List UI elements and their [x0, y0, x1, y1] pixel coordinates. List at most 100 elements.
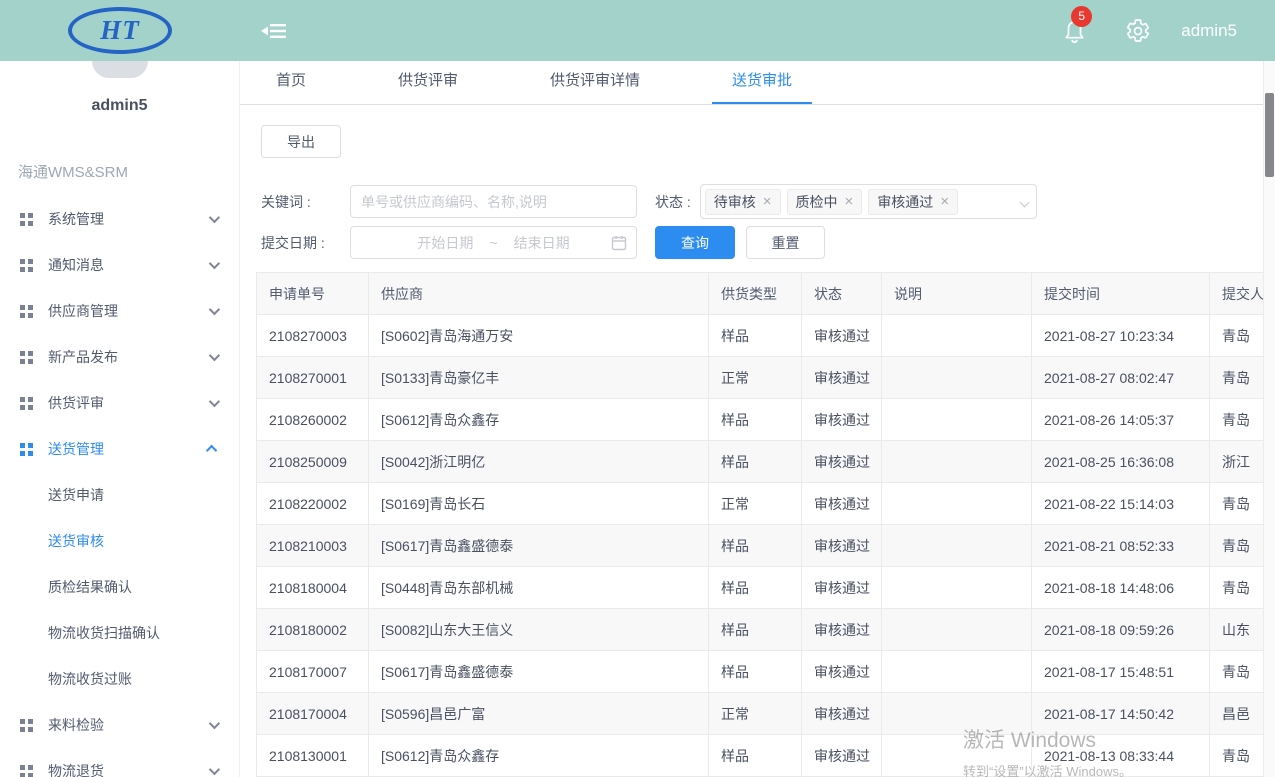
- table-row[interactable]: 2108260002[S0612]青岛众鑫存样品审核通过2021-08-26 1…: [257, 399, 1264, 441]
- status-tag[interactable]: 待审核×: [705, 189, 781, 215]
- status-tag[interactable]: 审核通过×: [868, 189, 958, 215]
- table-cell: [882, 441, 1032, 483]
- settings-gear-icon[interactable]: [1125, 18, 1151, 44]
- table-cell: 审核通过: [802, 357, 882, 399]
- table-cell: 2108180002: [257, 609, 369, 651]
- keyword-input[interactable]: [350, 185, 637, 218]
- table-cell: 审核通过: [802, 441, 882, 483]
- export-button[interactable]: 导出: [261, 125, 341, 158]
- table-row[interactable]: 2108180004[S0448]青岛东部机械样品审核通过2021-08-18 …: [257, 567, 1264, 609]
- table-cell: [S0602]青岛海通万安: [369, 315, 709, 357]
- status-select[interactable]: 待审核×质检中×审核通过×: [700, 184, 1037, 219]
- sidebar-item-2[interactable]: 通知消息: [0, 242, 239, 288]
- table-cell: 审核通过: [802, 315, 882, 357]
- table-row[interactable]: 2108270003[S0602]青岛海通万安样品审核通过2021-08-27 …: [257, 315, 1264, 357]
- sidebar-item-label: 新产品发布: [48, 347, 118, 367]
- table-row[interactable]: 2108170004[S0596]昌邑广富正常审核通过2021-08-17 14…: [257, 693, 1264, 735]
- menu-fold-icon[interactable]: [260, 18, 288, 44]
- sidebar-item-label: 供应商管理: [48, 301, 118, 321]
- sidebar-item-label: 来料检验: [48, 715, 104, 735]
- grid-icon: [20, 719, 33, 732]
- table-cell: 2108250009: [257, 441, 369, 483]
- keyword-label: 关键词 :: [261, 192, 350, 212]
- table-cell: 青岛: [1210, 399, 1264, 441]
- main-content: 首页供货评审供货评审详情送货审批 导出 关键词 : 状态 : 待审核×质检中×审…: [240, 61, 1275, 777]
- table-cell: 审核通过: [802, 693, 882, 735]
- chevron-down-icon: [209, 212, 220, 223]
- table-row[interactable]: 2108170007[S0617]青岛鑫盛德泰样品审核通过2021-08-17 …: [257, 651, 1264, 693]
- table-row[interactable]: 2108220002[S0169]青岛长石正常审核通过2021-08-22 15…: [257, 483, 1264, 525]
- table-cell: 样品: [709, 525, 802, 567]
- table-cell: 山东: [1210, 609, 1264, 651]
- sidebar-item-4[interactable]: 新产品发布: [0, 334, 239, 380]
- column-header: 申请单号: [257, 273, 369, 315]
- sidebar-item-5[interactable]: 供货评审: [0, 380, 239, 426]
- chevron-down-icon: [209, 718, 220, 729]
- table-cell: 审核通过: [802, 567, 882, 609]
- table-cell: [S0169]青岛长石: [369, 483, 709, 525]
- table-cell: 青岛: [1210, 735, 1264, 777]
- sidebar-subitem-3[interactable]: 质检结果确认: [0, 564, 239, 610]
- sidebar-item-1[interactable]: 系统管理: [0, 196, 239, 242]
- table-cell: 2108260002: [257, 399, 369, 441]
- table-row[interactable]: 2108180002[S0082]山东大王信义样品审核通过2021-08-18 …: [257, 609, 1264, 651]
- reset-button[interactable]: 重置: [746, 226, 825, 259]
- remove-tag-icon[interactable]: ×: [763, 194, 772, 209]
- tab-bar: 首页 供货评审 供货评审详情 送货审批: [240, 61, 1275, 105]
- table-cell: 2021-08-26 14:05:37: [1032, 399, 1210, 441]
- sidebar-item-8[interactable]: 物流退货: [0, 748, 239, 777]
- column-header: 提交人: [1210, 273, 1264, 315]
- table-cell: 2108170004: [257, 693, 369, 735]
- avatar: [92, 61, 148, 78]
- sidebar-item-label: 供货评审: [48, 393, 104, 413]
- table-cell: 样品: [709, 735, 802, 777]
- sidebar-subitem-1[interactable]: 送货申请: [0, 472, 239, 518]
- filter-panel: 关键词 : 状态 : 待审核×质检中×审核通过× 提交日期 : 开始日期 ~ 结…: [240, 158, 1275, 260]
- table-cell: 2108210003: [257, 525, 369, 567]
- table-row[interactable]: 2108250009[S0042]浙江明亿样品审核通过2021-08-25 16…: [257, 441, 1264, 483]
- notification-bell-icon[interactable]: 5: [1062, 18, 1087, 44]
- tab-4[interactable]: 送货审批: [712, 61, 812, 104]
- grid-icon: [20, 443, 33, 456]
- date-range-input[interactable]: 开始日期 ~ 结束日期: [350, 226, 637, 259]
- table-cell: 浙江: [1210, 441, 1264, 483]
- remove-tag-icon[interactable]: ×: [845, 194, 854, 209]
- table-cell: 2021-08-18 09:59:26: [1032, 609, 1210, 651]
- sidebar-item-3[interactable]: 供应商管理: [0, 288, 239, 334]
- status-tag[interactable]: 质检中×: [787, 189, 863, 215]
- table-cell: [882, 315, 1032, 357]
- tab-1[interactable]: 首页: [256, 61, 326, 104]
- status-label: 状态 :: [655, 192, 691, 212]
- remove-tag-icon[interactable]: ×: [940, 194, 949, 209]
- table-cell: [S0617]青岛鑫盛德泰: [369, 525, 709, 567]
- table-cell: 2021-08-25 16:36:08: [1032, 441, 1210, 483]
- table-row[interactable]: 2108210003[S0617]青岛鑫盛德泰样品审核通过2021-08-21 …: [257, 525, 1264, 567]
- sidebar-item-7[interactable]: 来料检验: [0, 702, 239, 748]
- sidebar-subitem-5[interactable]: 物流收货过账: [0, 656, 239, 702]
- column-header: 说明: [882, 273, 1032, 315]
- table-cell: [S0042]浙江明亿: [369, 441, 709, 483]
- sidebar-subitem-4[interactable]: 物流收货扫描确认: [0, 610, 239, 656]
- table-cell: 正常: [709, 693, 802, 735]
- table-cell: 审核通过: [802, 651, 882, 693]
- scrollbar-thumb[interactable]: [1265, 93, 1274, 177]
- table-cell: 正常: [709, 483, 802, 525]
- table-cell: 2021-08-21 08:52:33: [1032, 525, 1210, 567]
- column-header: 供货类型: [709, 273, 802, 315]
- table-cell: [882, 357, 1032, 399]
- table-cell: 样品: [709, 651, 802, 693]
- tab-2[interactable]: 供货评审: [378, 61, 478, 104]
- sidebar-subitem-2[interactable]: 送货审核: [0, 518, 239, 564]
- vertical-scrollbar[interactable]: [1263, 61, 1275, 777]
- sidebar-item-6[interactable]: 送货管理: [0, 426, 239, 472]
- username[interactable]: admin5: [1181, 21, 1237, 41]
- table-header-row: 申请单号供应商供货类型状态说明提交时间提交人: [257, 273, 1264, 315]
- table-cell: 样品: [709, 315, 802, 357]
- table-row[interactable]: 2108130001[S0612]青岛众鑫存样品审核通过2021-08-13 0…: [257, 735, 1264, 777]
- table-cell: [882, 735, 1032, 777]
- table-cell: [882, 483, 1032, 525]
- table-row[interactable]: 2108270001[S0133]青岛豪亿丰正常审核通过2021-08-27 0…: [257, 357, 1264, 399]
- tab-3[interactable]: 供货评审详情: [530, 61, 660, 104]
- toolbar: 导出: [240, 105, 1275, 158]
- search-button[interactable]: 查询: [655, 226, 735, 259]
